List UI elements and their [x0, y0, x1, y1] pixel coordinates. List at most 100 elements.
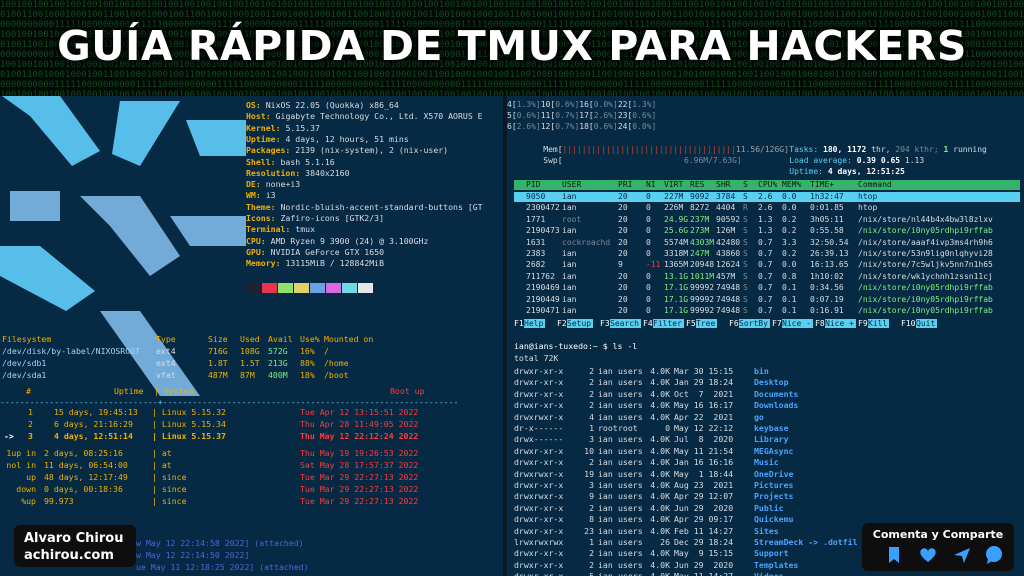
htop-cpu-row: 4[1.3%]10[0.6%]16[0.0%]22[1.3%] [507, 100, 1024, 110]
df-cell: 1.5T [240, 358, 260, 368]
process-row[interactable]: 1631 cockroachd 20 0 5574M 4303M 42480 S 0.7 3.3 3… [514, 238, 1020, 248]
fkey-key: F5 [686, 319, 696, 328]
process-cell: 17.1G [664, 283, 689, 293]
process-row[interactable]: 2300472 ian 20 0 226M 8272 4404 R 2.6 0.0 0:01.85 h… [514, 203, 1020, 213]
ls-cell: 19 [584, 468, 594, 479]
cpu-value: 0.6%] [632, 111, 657, 120]
shell-prompt[interactable]: ian@ians-tuxedo:~ $ ls -l [514, 341, 637, 352]
ls-cell: drwxr-xr-x [514, 457, 564, 468]
process-row[interactable]: 2190469 ian 20 0 17.1G 99992 74948 S 0.7 0.1 0:34.… [514, 283, 1020, 293]
fkey-label[interactable]: Tree [696, 319, 718, 328]
ls-cell: drwxrwxr-x [514, 468, 564, 479]
process-row[interactable]: 711762 ian 20 0 13.1G 1011M 457M S 0.7 0.8 1h10:02… [514, 272, 1020, 282]
ls-row: drwxr-xr-x 2 ian users 4.0K Jun 29 2020 Public [514, 503, 1024, 514]
ls-cell: 4.0K [650, 388, 670, 399]
ls-cell: Apr 29 12:07 [674, 491, 734, 502]
process-cell: 74948 [716, 306, 741, 315]
ls-cell: users [618, 366, 643, 376]
ls-filename: Templates [754, 559, 799, 570]
neofetch-row: Shell: bash 5.1.16 [246, 157, 335, 167]
df-header-cell: Size [208, 334, 228, 344]
chat-icon[interactable] [984, 545, 1004, 565]
process-cell: 0:34.56 [810, 283, 844, 293]
fkey-label[interactable]: Help [524, 319, 546, 328]
process-row[interactable]: 9050 ian 20 0 227M 9092 3784 S 2.6 0.0 1h32:47 htop [514, 192, 1020, 202]
send-icon[interactable] [952, 545, 972, 565]
author-badge[interactable]: Alvaro Chirou achirou.com [14, 525, 136, 567]
process-row[interactable]: 2190449 ian 20 0 17.1G 99992 74948 S 0.7 0.1 0:07.… [514, 295, 1020, 305]
uptime-value: 15 days, 19:45:13 [54, 407, 138, 417]
ls-cell: Apr 22 2021 [674, 411, 734, 422]
process-cell: 273M [690, 226, 710, 236]
fkey-label[interactable]: Filter [653, 319, 684, 328]
ls-cell: 4.0K [650, 491, 670, 502]
ls-cell: lrwxrwxrwx [514, 537, 564, 547]
ls-cell: drwxr-xr-x [514, 548, 564, 559]
ls-cell: drwx------ [514, 434, 564, 445]
ls-cell: drwxr-xr-x [514, 388, 564, 399]
process-cell: 247M [690, 249, 710, 258]
fkey-label[interactable]: Nice - [782, 319, 813, 328]
process-cell: /nix/store/7c5wljkv5nn7n1h65 [858, 260, 993, 270]
ls-filename: Documents [754, 388, 799, 399]
left-terminal-pane[interactable]: OS: NixOS 22.05 (Quokka) x86_64 Host: Gig… [0, 96, 503, 576]
htop-header-cell: TIME+ [810, 180, 835, 189]
process-cell: 0:01.85 [810, 203, 844, 213]
fkey-key: F3 [600, 319, 610, 328]
process-row[interactable]: 2682 ian 9 -11 1365M 20948 12624 S 0.7 0.0 16:13.6… [514, 260, 1020, 270]
uptime-value: 4 days, 12:51:14 [54, 431, 133, 441]
ls-cell: drwxr-xr-x [514, 571, 563, 576]
ls-cell: 4.0K [650, 411, 670, 422]
cpu-label: 5[ [507, 111, 517, 120]
ls-cell: 26 [660, 537, 670, 547]
fkey-label[interactable]: Setup [567, 319, 594, 328]
process-row[interactable]: 2190473 ian 20 0 25.6G 273M 126M S 1.3 0.2 0:55.58… [514, 226, 1020, 236]
htop-header-cell: NI [646, 180, 656, 189]
cpu-label: 11[ [540, 111, 556, 120]
neofetch-row: Kernel: 5.15.37 [246, 123, 320, 133]
process-cell: 3318M [664, 249, 689, 258]
neofetch-value: bash 5.1.16 [275, 156, 335, 167]
fkey-label[interactable]: Quit [916, 319, 938, 328]
heart-icon[interactable] [918, 545, 938, 565]
process-cell: 2190473 [526, 226, 560, 236]
color-swatch [310, 283, 325, 293]
htop-mem-meter: Mem[||||||||||||||||||||||||||||||||||||… [543, 145, 789, 154]
cpu-label: 24[ [617, 122, 633, 131]
htop-header-cell: MEM% [782, 180, 802, 189]
right-terminal-pane[interactable]: 4[1.3%]10[0.6%]16[0.0%]22[1.3%] 5[ 0.6%] 11… [507, 96, 1024, 576]
process-cell: 2300472 [526, 203, 560, 213]
cpu-value: 0.7%] [555, 122, 580, 131]
process-cell: /nix/store/wk1ychnh1zssn11cj [858, 271, 993, 281]
ls-cell: users [618, 445, 643, 456]
ls-cell: 4 [589, 411, 594, 422]
ls-row: drwxr-xr-x 2 ian users 4.0K Jan 29 18:24 Deskt… [514, 377, 1024, 388]
process-cell: 12624 [716, 260, 741, 270]
ls-cell: 4.0K [650, 457, 670, 468]
ls-cell: drwxr-xr-x [514, 400, 564, 411]
fkey-label[interactable]: Kill [868, 319, 890, 328]
fkey-label[interactable]: Search [610, 319, 641, 328]
process-row[interactable]: 2190471 ian 20 0 17.1G 99992 74948 S 0.7 0.1 0:16.… [514, 306, 1020, 316]
process-row[interactable]: 2383 ian 20 0 3318M 247M 43860 S 0.7 0.2 26:39.13 /… [514, 249, 1020, 259]
process-cell: 74948 [716, 294, 741, 304]
author-site[interactable]: achirou.com [24, 548, 114, 563]
share-box: Comenta y Comparte [862, 523, 1014, 571]
htop-cpu-row: 5[0.6%]11[0.7%]17[2.6%]23[0.6%] [507, 111, 1024, 121]
ls-cell: Mar 30 15:15 [674, 366, 734, 376]
ls-cell: users [618, 491, 643, 502]
uptime-stat-row: nol in 11 days, 06:54:00 | at Sat May 28 17… [0, 460, 503, 470]
ls-cell: drwxr-xr-x [514, 559, 564, 570]
process-cell: 0.2 [782, 249, 797, 258]
ls-cell: 2 [589, 502, 594, 513]
neofetch-key: Uptime: [246, 133, 281, 144]
ls-cell: ian [598, 480, 613, 490]
neofetch-row: GPU: NVIDIA GeForce GTX 1650 [246, 247, 384, 257]
process-row[interactable]: 1771 root 20 0 24.9G 237M 90592 S 1.3 0.2 3h05:11 /… [514, 215, 1020, 225]
bookmark-icon[interactable] [884, 545, 904, 565]
tmux-session-text: ue May 11 12:18:25 2022] (attached) [136, 562, 309, 572]
process-cell: 0 [646, 203, 651, 213]
cpu-value: 0.7%] [555, 111, 580, 120]
fkey-label[interactable]: SortBy [739, 319, 770, 328]
fkey-label[interactable]: Nice + [825, 319, 856, 328]
